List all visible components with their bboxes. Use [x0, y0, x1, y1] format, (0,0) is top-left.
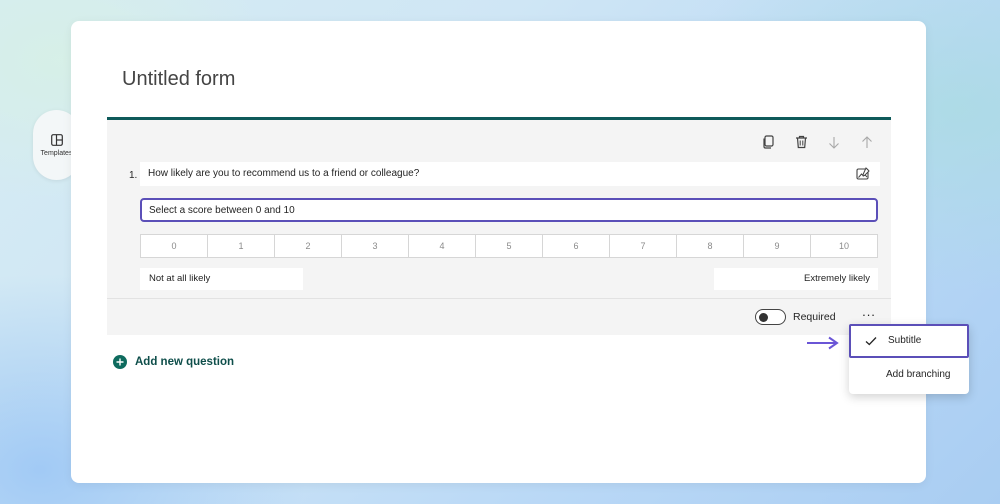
scale-option[interactable]: 7	[610, 235, 677, 257]
low-label-field[interactable]: Not at all likely	[140, 268, 303, 290]
menu-item-label: Add branching	[886, 369, 951, 380]
copy-icon	[762, 135, 774, 149]
form-card: Untitled form 1. How likely are you to r…	[71, 21, 926, 483]
scale-option[interactable]: 10	[811, 235, 877, 257]
delete-button[interactable]	[791, 132, 811, 152]
move-up-button[interactable]	[857, 132, 877, 152]
question-text-field[interactable]: How likely are you to recommend us to a …	[140, 162, 880, 186]
scale-option[interactable]: 1	[208, 235, 275, 257]
arrow-down-icon	[829, 136, 839, 149]
question-card[interactable]: 1. How likely are you to recommend us to…	[107, 117, 891, 335]
question-text: How likely are you to recommend us to a …	[148, 168, 420, 179]
question-toolbar	[758, 132, 877, 152]
insert-media-icon[interactable]	[856, 167, 870, 181]
move-down-button[interactable]	[824, 132, 844, 152]
question-footer: Required ...	[107, 298, 891, 336]
scale-option[interactable]: 3	[342, 235, 409, 257]
menu-item-label: Subtitle	[888, 335, 922, 346]
arrow-right-icon	[807, 336, 839, 350]
scale-option[interactable]: 2	[275, 235, 342, 257]
menu-item-add-branching[interactable]: Add branching	[849, 360, 969, 394]
scale-option[interactable]: 6	[543, 235, 610, 257]
scale-option[interactable]: 0	[141, 235, 208, 257]
scale-option[interactable]: 4	[409, 235, 476, 257]
arrow-up-icon	[862, 135, 872, 148]
required-toggle[interactable]	[755, 309, 786, 325]
menu-item-subtitle[interactable]: Subtitle	[849, 324, 969, 358]
scale-option[interactable]: 9	[744, 235, 811, 257]
question-number: 1.	[129, 170, 138, 181]
more-options-menu: Subtitle Add branching	[849, 324, 969, 394]
add-new-question-label: Add new question	[135, 356, 235, 368]
high-label-field[interactable]: Extremely likely	[714, 268, 878, 290]
copy-button[interactable]	[758, 132, 778, 152]
scale-option[interactable]: 8	[677, 235, 744, 257]
toggle-knob	[759, 312, 768, 322]
add-new-question-button[interactable]: Add new question	[113, 355, 234, 369]
templates-icon	[50, 133, 63, 146]
rating-scale: 0 1 2 3 4 5 6 7 8 9 10	[140, 234, 878, 258]
subtitle-input[interactable]	[140, 198, 878, 222]
form-title[interactable]: Untitled form	[122, 68, 235, 91]
scale-option[interactable]: 5	[476, 235, 543, 257]
required-label: Required	[793, 311, 836, 323]
more-options-button[interactable]: ...	[859, 305, 879, 323]
checkmark-icon	[865, 337, 877, 346]
plus-icon	[113, 355, 127, 369]
templates-label: Templates	[40, 149, 73, 157]
trash-icon	[795, 135, 807, 149]
